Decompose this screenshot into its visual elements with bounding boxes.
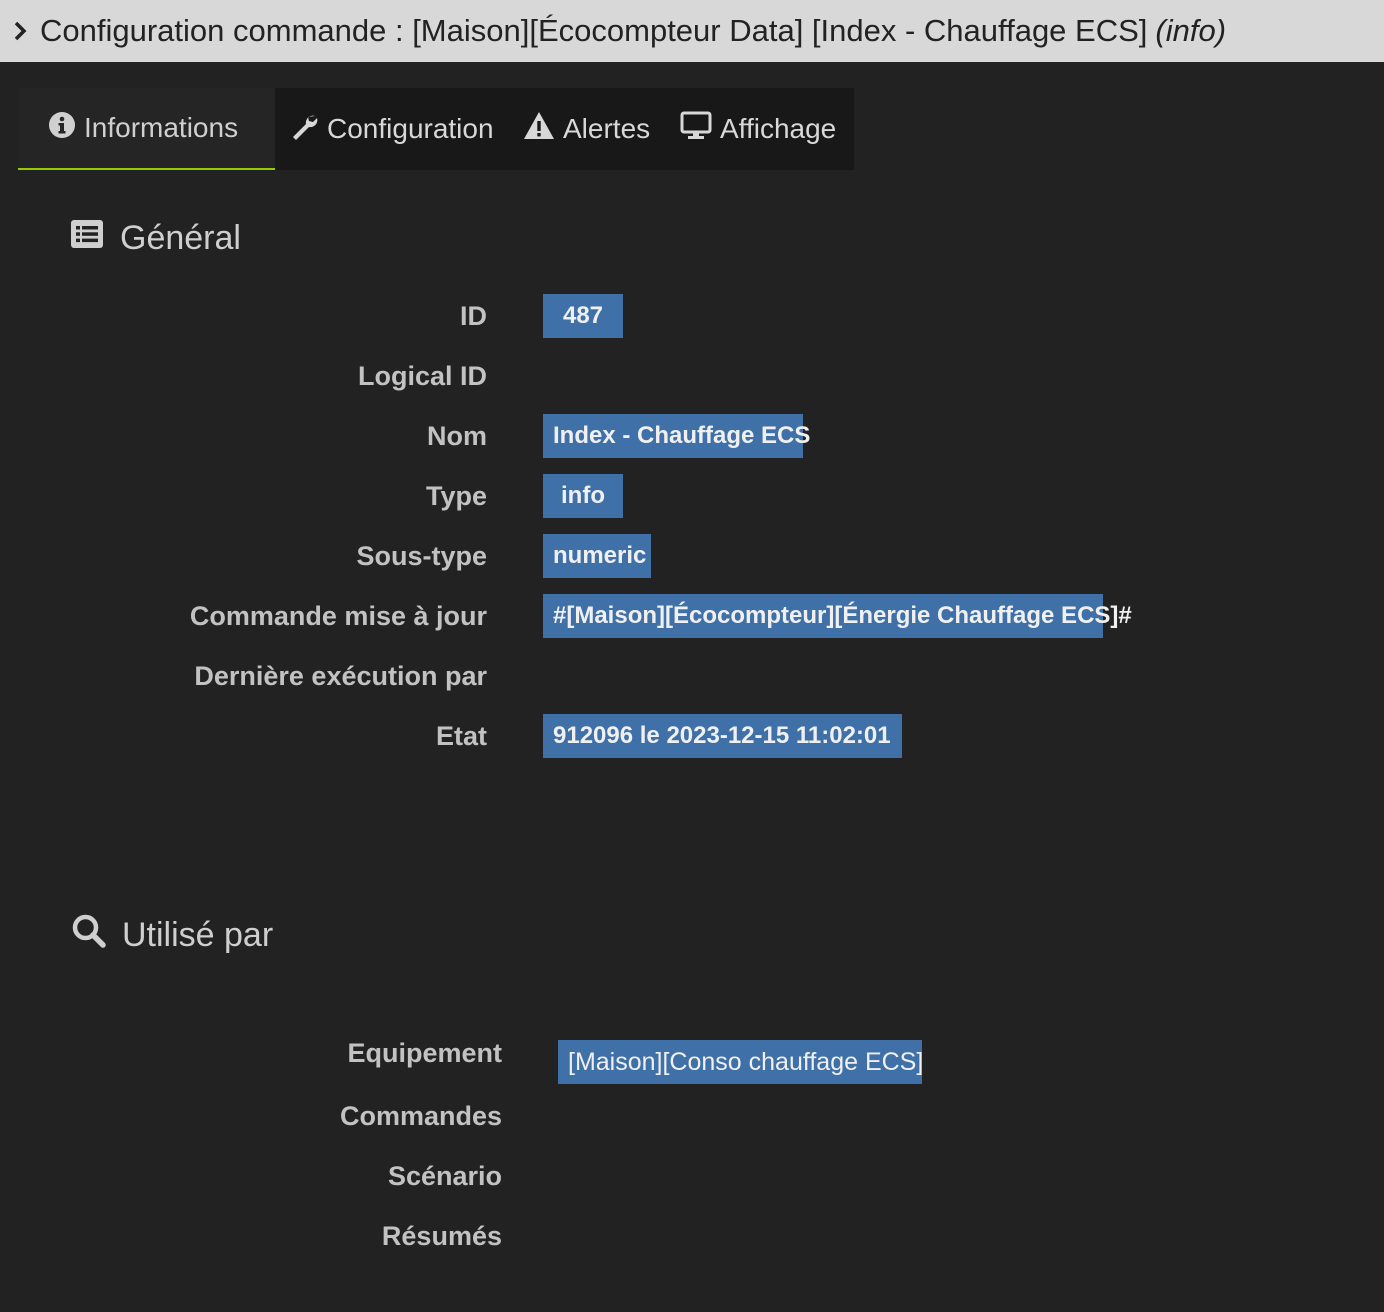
id-value: 487 xyxy=(543,294,623,338)
used-by-title: Utilisé par xyxy=(122,915,274,954)
search-icon xyxy=(72,914,122,957)
tab-affichage-label: Affichage xyxy=(720,113,837,144)
commande-maj-label: Commande mise à jour xyxy=(189,601,487,631)
general-section-title: Général xyxy=(70,215,241,261)
general-title: Général xyxy=(120,218,241,257)
commandes-label: Commandes xyxy=(339,1101,502,1131)
type-label: Type xyxy=(425,481,487,511)
commande-maj-value: #[Maison][Écocompteur][Énergie Chauffage… xyxy=(543,594,1132,638)
sous-type-label: Sous-type xyxy=(356,541,487,571)
tab-configuration-label: Configuration xyxy=(327,113,494,144)
window-title-type: (info) xyxy=(1155,13,1227,48)
tab-alertes[interactable]: Alertes xyxy=(508,88,666,170)
resumes-label: Résumés xyxy=(381,1221,502,1251)
equipement-link[interactable]: [Maison][Conso chauffage ECS] xyxy=(558,1040,923,1084)
monitor-icon xyxy=(680,111,720,148)
nom-value: Index - Chauffage ECS xyxy=(543,414,810,458)
list-icon xyxy=(70,219,120,258)
window-title: Configuration commande : [Maison][Écocom… xyxy=(40,13,1148,48)
equipement-label: Equipement xyxy=(347,1038,502,1068)
tab-informations[interactable]: Informations xyxy=(18,88,275,170)
info-circle-icon xyxy=(48,111,84,146)
tab-alertes-label: Alertes xyxy=(563,113,651,144)
tab-bar: Informations Configuration Alertes Affic… xyxy=(18,88,854,172)
etat-value: 912096 le 2023-12-15 11:02:01 xyxy=(543,714,902,758)
warning-icon xyxy=(523,111,563,148)
tab-configuration[interactable]: Configuration xyxy=(275,88,508,170)
logical-id-label: Logical ID xyxy=(357,361,487,391)
tab-affichage[interactable]: Affichage xyxy=(666,88,854,170)
id-label: ID xyxy=(460,301,487,331)
scenario-label: Scénario xyxy=(387,1161,502,1191)
derniere-execution-label: Dernière exécution par xyxy=(194,661,487,691)
nom-label: Nom xyxy=(427,421,487,451)
type-value: info xyxy=(543,474,623,518)
chevron-right-icon[interactable] xyxy=(0,21,40,41)
window-titlebar[interactable]: Configuration commande : [Maison][Écocom… xyxy=(0,0,1384,62)
etat-label: Etat xyxy=(435,721,487,751)
used-by-section-title: Utilisé par xyxy=(72,912,273,958)
sous-type-value: numeric xyxy=(543,534,651,578)
tab-informations-label: Informations xyxy=(84,112,239,143)
wrench-icon xyxy=(289,111,327,148)
